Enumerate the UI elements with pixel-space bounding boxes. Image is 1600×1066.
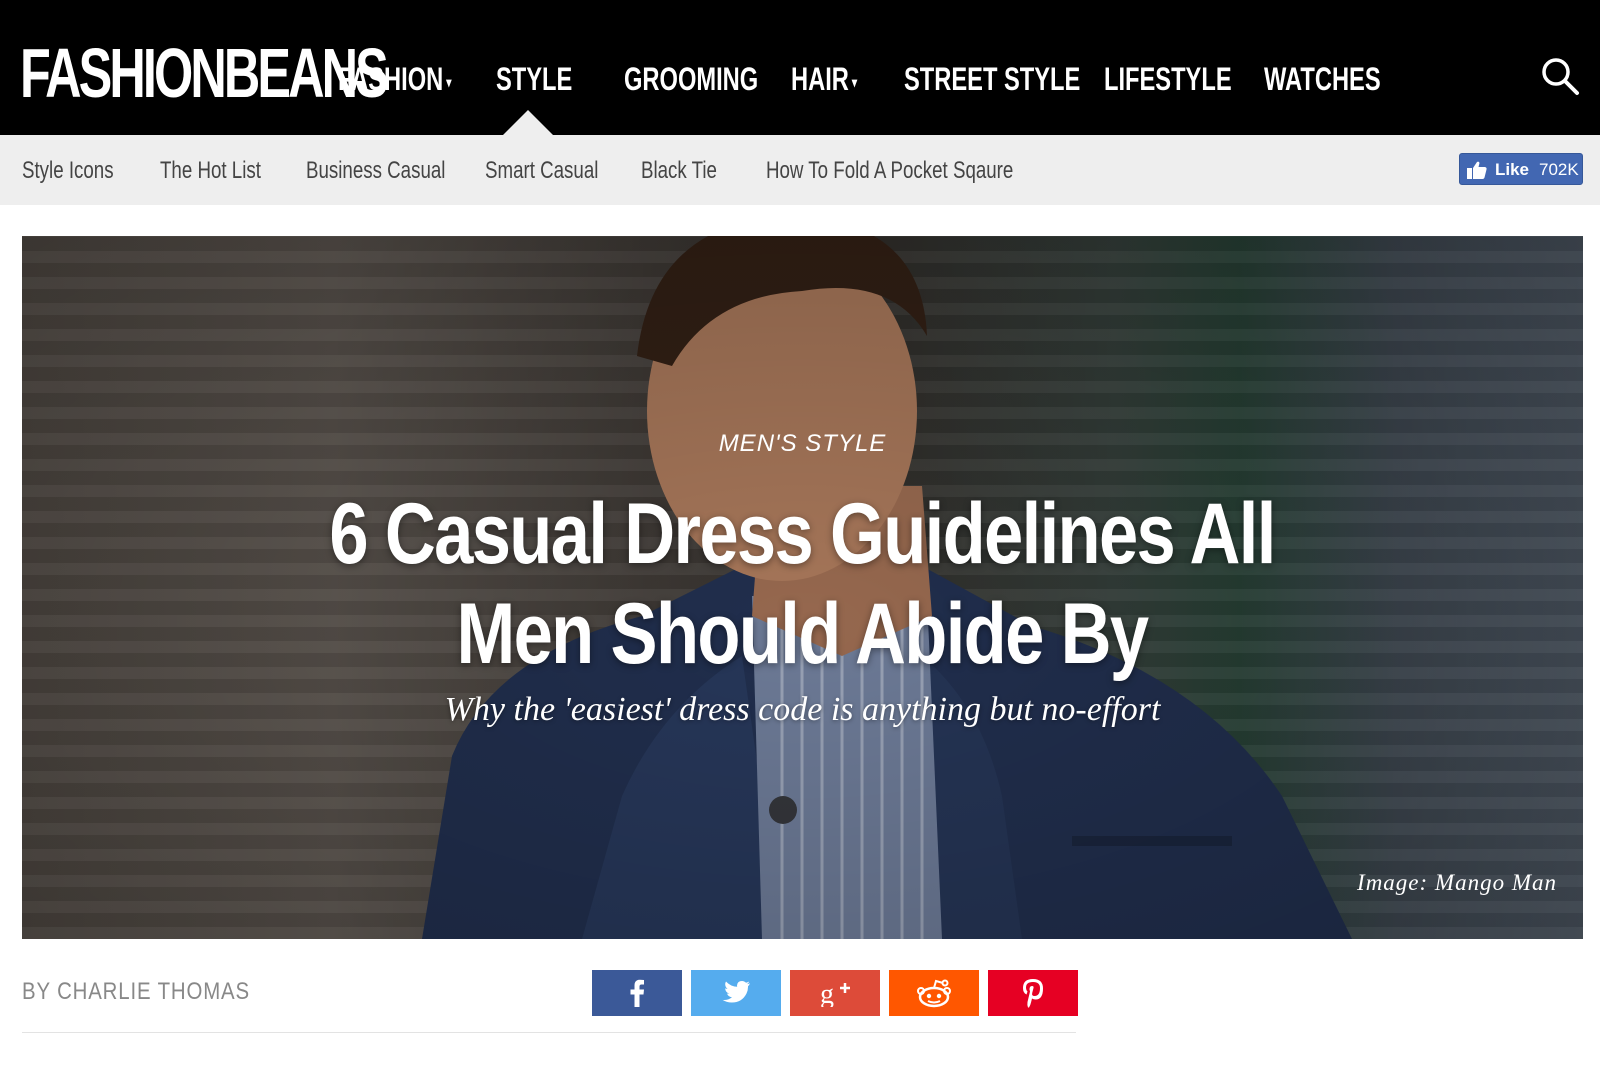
image-credit: Image: Mango Man [1357,870,1557,895]
share-pinterest-button[interactable] [988,970,1078,1016]
active-nav-indicator [503,110,553,135]
nav-item-label: WATCHES [1264,61,1381,97]
article-category[interactable]: MEN'S STYLE [22,430,1583,458]
hero-image: MEN'S STYLE 6 Casual Dress Guidelines Al… [22,236,1583,939]
subnav-item-pocket-square[interactable]: How To Fold A Pocket Sqaure [766,155,1013,187]
share-reddit-button[interactable] [889,970,979,1016]
share-twitter-button[interactable] [691,970,781,1016]
article-title: 6 Casual Dress Guidelines All Men Should… [162,484,1442,684]
nav-item-label: FASHION [338,61,444,97]
nav-item-label: STYLE [496,61,573,97]
nav-item-street-style[interactable]: STREET STYLE [904,58,1080,100]
pinterest-icon [1023,979,1043,1008]
byline-divider [22,1032,1076,1033]
nav-item-label: STREET STYLE [904,61,1081,97]
facebook-like-label: Like [1495,160,1530,179]
facebook-like-count: 702K [1539,160,1579,179]
nav-item-label: LIFESTYLE [1104,61,1232,97]
nav-item-hair[interactable]: HAIR ▾ [791,58,857,100]
nav-item-label: GROOMING [624,61,759,97]
thumbs-up-icon [1467,161,1487,179]
nav-item-style[interactable]: STYLE [496,58,572,100]
sub-nav-bar: Style Icons The Hot List Business Casual… [0,135,1600,205]
subnav-item-business-casual[interactable]: Business Casual [306,155,445,187]
twitter-icon [722,981,750,1003]
google-plus-icon: g [820,979,850,1007]
search-icon[interactable] [1540,56,1580,96]
reddit-icon [917,979,951,1008]
chevron-down-icon: ▾ [446,73,452,90]
top-nav-bar: FASHIONBEANS FASHION ▾ STYLE GROOMING HAI… [0,0,1600,135]
nav-item-label: HAIR [791,61,849,97]
subnav-item-style-icons[interactable]: Style Icons [22,155,114,187]
svg-text:g: g [820,979,834,1007]
share-google-plus-button[interactable]: g [790,970,880,1016]
nav-item-fashion[interactable]: FASHION ▾ [338,58,451,100]
nav-item-watches[interactable]: WATCHES [1264,58,1381,100]
subnav-item-smart-casual[interactable]: Smart Casual [485,155,598,187]
nav-item-grooming[interactable]: GROOMING [624,58,758,100]
site-logo[interactable]: FASHIONBEANS [20,36,389,110]
article-title-text: 6 Casual Dress Guidelines All Men Should… [329,486,1276,682]
nav-item-lifestyle[interactable]: LIFESTYLE [1104,58,1232,100]
subnav-item-hot-list[interactable]: The Hot List [160,155,261,187]
article-subtitle: Why the 'easiest' dress code is anything… [444,691,1161,728]
article-byline[interactable]: BY CHARLIE THOMAS [22,978,250,1006]
share-facebook-button[interactable] [592,970,682,1016]
chevron-down-icon: ▾ [851,73,858,90]
subnav-item-black-tie[interactable]: Black Tie [641,155,717,187]
facebook-like-button[interactable]: Like 702K [1459,153,1583,185]
facebook-icon [630,979,644,1007]
